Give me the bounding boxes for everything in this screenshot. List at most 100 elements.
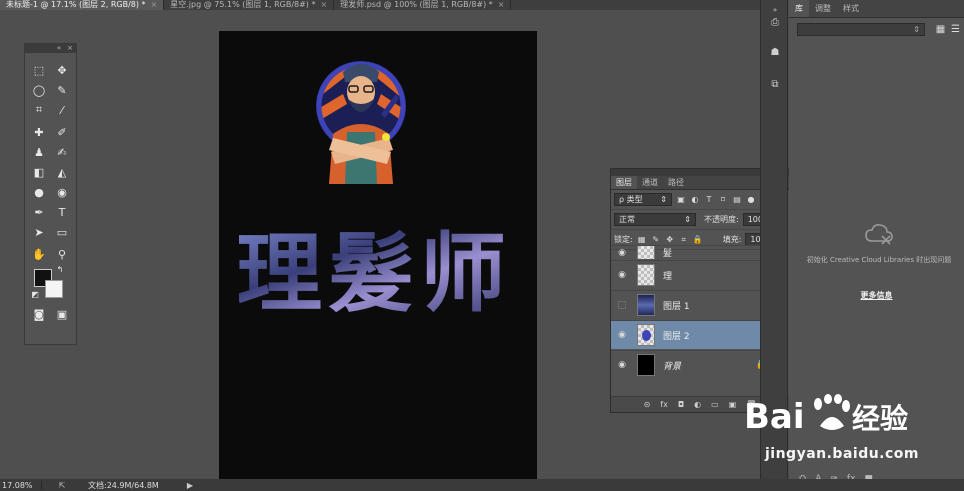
layer-row[interactable]: ◉ 理: [611, 260, 779, 289]
zoom-level[interactable]: 17.08%: [0, 480, 42, 490]
quick-mask-icon[interactable]: ◙: [30, 306, 48, 322]
watermark-url: jingyan.baidu.com: [764, 446, 920, 462]
rectangle-tool-icon[interactable]: ▭: [53, 224, 71, 240]
pen-tool-icon[interactable]: ✒: [30, 204, 48, 220]
background-color-swatch[interactable]: [45, 280, 63, 298]
paint-bucket-tool-icon[interactable]: ◭: [53, 164, 71, 180]
lock-transparency-icon[interactable]: ▦: [637, 235, 647, 245]
new-layer-icon[interactable]: ▣: [729, 400, 737, 409]
library-select[interactable]: ⇕: [797, 23, 925, 36]
link-icon[interactable]: ⊝: [644, 400, 651, 409]
visibility-eye-icon[interactable]: ◉: [611, 248, 633, 258]
layer-row-selected[interactable]: ◉ 图层 2: [611, 320, 779, 349]
eyedropper-tool-icon[interactable]: ⁄: [53, 102, 71, 118]
brush-tool-icon[interactable]: ✐: [53, 124, 71, 140]
layer-thumbnail: [637, 324, 655, 346]
healing-brush-tool-icon[interactable]: ✚: [30, 124, 48, 140]
tab-channels[interactable]: 通道: [637, 176, 663, 189]
collapse-icon[interactable]: »: [768, 3, 782, 17]
default-colors-icon[interactable]: ◩: [30, 289, 40, 299]
tab-styles[interactable]: 样式: [837, 0, 865, 17]
visibility-eye-icon[interactable]: ◉: [611, 270, 633, 280]
creative-cloud-error-icon: [865, 224, 893, 245]
document-tab-untitled[interactable]: 未标题-1 @ 17.1% (图层 2, RGB/8) * ×: [0, 0, 165, 10]
mask-icon[interactable]: ◘: [678, 400, 684, 409]
filter-kind-select[interactable]: ρ 类型 ⇕: [614, 193, 672, 206]
zoom-tool-icon[interactable]: ⚲: [53, 246, 71, 262]
status-menu-arrow-icon[interactable]: ▶: [187, 481, 193, 490]
filter-shape-icon[interactable]: ⌑: [718, 195, 728, 205]
filter-type-icon[interactable]: T: [704, 195, 714, 205]
layer-thumbnail: [637, 264, 655, 286]
export-icon[interactable]: ⇱: [42, 481, 82, 490]
lock-pixels-icon[interactable]: ✎: [651, 235, 661, 245]
layer-row[interactable]: ◉ 髮: [611, 245, 779, 259]
visibility-toggle-off[interactable]: [618, 301, 626, 309]
status-bar: 17.08% ⇱ 文档:24.9M/64.8M ▶: [0, 479, 964, 491]
filter-kind-label: ρ 类型: [619, 195, 643, 204]
document-tab-starry-sky[interactable]: 星空.jpg @ 75.1% (图层 1, RGB/8#) * ×: [164, 0, 335, 10]
history-brush-tool-icon[interactable]: ✍: [53, 144, 71, 160]
lock-label: 锁定:: [614, 235, 633, 244]
adjustment-icon[interactable]: ◐: [694, 400, 701, 409]
layer-row[interactable]: 图层 1: [611, 290, 779, 319]
filter-adjustment-icon[interactable]: ◐: [690, 195, 700, 205]
blend-mode-select[interactable]: 正常 ⇕: [614, 213, 696, 226]
close-icon[interactable]: ×: [151, 0, 158, 10]
layer-row[interactable]: ◉ 背景 🔒: [611, 350, 779, 379]
stamp-tool-icon[interactable]: ♟: [30, 144, 48, 160]
lock-position-icon[interactable]: ✥: [665, 235, 675, 245]
document-canvas[interactable]: 理髮师: [219, 31, 537, 480]
document-tab-barber-psd[interactable]: 理发师.psd @ 100% (图层 1, RGB/8#) * ×: [334, 0, 512, 10]
close-icon[interactable]: ×: [498, 0, 505, 10]
properties-panel-icon[interactable]: ☗: [768, 46, 782, 60]
filter-pixel-icon[interactable]: ▣: [676, 195, 686, 205]
tab-libraries[interactable]: 库: [789, 0, 809, 17]
tab-adjustments[interactable]: 调整: [809, 0, 837, 17]
layer-name: 理: [663, 271, 673, 282]
lock-all-icon[interactable]: 🔒: [693, 235, 703, 245]
close-icon[interactable]: ×: [67, 44, 73, 53]
tools-panel: « × ⬚ ✥ ◯ ✎ ⌗ ⁄ ✚ ✐ ♟ ✍ ◧ ◭ ● ◉ ✒ T ➤ ▭ …: [24, 43, 77, 345]
history-panel-icon[interactable]: ⎙: [768, 16, 782, 30]
chevron-down-icon: ⇕: [684, 215, 691, 224]
marquee-tool-icon[interactable]: ⬚: [30, 62, 48, 78]
lasso-tool-icon[interactable]: ◯: [30, 82, 48, 98]
layer-name: 髮: [663, 249, 673, 259]
quick-select-tool-icon[interactable]: ✎: [53, 82, 71, 98]
dodge-tool-icon[interactable]: ◉: [53, 184, 71, 200]
tab-paths[interactable]: 路径: [663, 176, 689, 189]
hand-tool-icon[interactable]: ✋: [30, 246, 48, 262]
type-tool-icon[interactable]: T: [53, 204, 71, 220]
lock-artboard-icon[interactable]: ⌗: [679, 235, 689, 245]
eraser-tool-icon[interactable]: ◧: [30, 164, 48, 180]
layer-thumbnail: [637, 246, 655, 259]
baidu-jingyan-logo: Bai 经验: [744, 394, 908, 437]
visibility-eye-icon[interactable]: ◉: [611, 330, 633, 340]
list-view-icon[interactable]: ☰: [949, 23, 962, 36]
move-tool-icon[interactable]: ✥: [53, 62, 71, 78]
close-icon[interactable]: ×: [320, 0, 327, 10]
svg-text:经验: 经验: [852, 402, 908, 435]
layer-thumbnail: [637, 294, 655, 316]
document-tab-bar: 未标题-1 @ 17.1% (图层 2, RGB/8) * × 星空.jpg @…: [0, 0, 760, 10]
fx-icon[interactable]: fx: [660, 400, 668, 409]
visibility-eye-icon[interactable]: ◉: [611, 360, 633, 370]
grid-view-icon[interactable]: ▦: [934, 23, 947, 36]
blur-tool-icon[interactable]: ●: [30, 184, 48, 200]
filter-smart-object-icon[interactable]: ▤: [732, 195, 742, 205]
brush-panel-icon[interactable]: ⧉: [768, 78, 782, 92]
filter-toggle-icon[interactable]: ●: [746, 195, 756, 205]
more-info-link[interactable]: 更多信息: [789, 290, 964, 301]
tab-layers[interactable]: 图层: [611, 176, 637, 189]
collapse-icon[interactable]: «: [57, 44, 61, 53]
folder-icon[interactable]: ▭: [711, 400, 719, 409]
chevron-down-icon: ⇕: [660, 195, 667, 204]
swap-colors-icon[interactable]: ↰: [55, 264, 65, 274]
library-error-message: 初始化 Creative Cloud Libraries 时出现问题: [806, 256, 952, 264]
screen-mode-icon[interactable]: ▣: [53, 306, 71, 322]
crop-tool-icon[interactable]: ⌗: [30, 102, 48, 118]
path-select-tool-icon[interactable]: ➤: [30, 224, 48, 240]
chevron-down-icon: ⇕: [913, 25, 920, 34]
fill-label: 填充:: [722, 235, 742, 244]
